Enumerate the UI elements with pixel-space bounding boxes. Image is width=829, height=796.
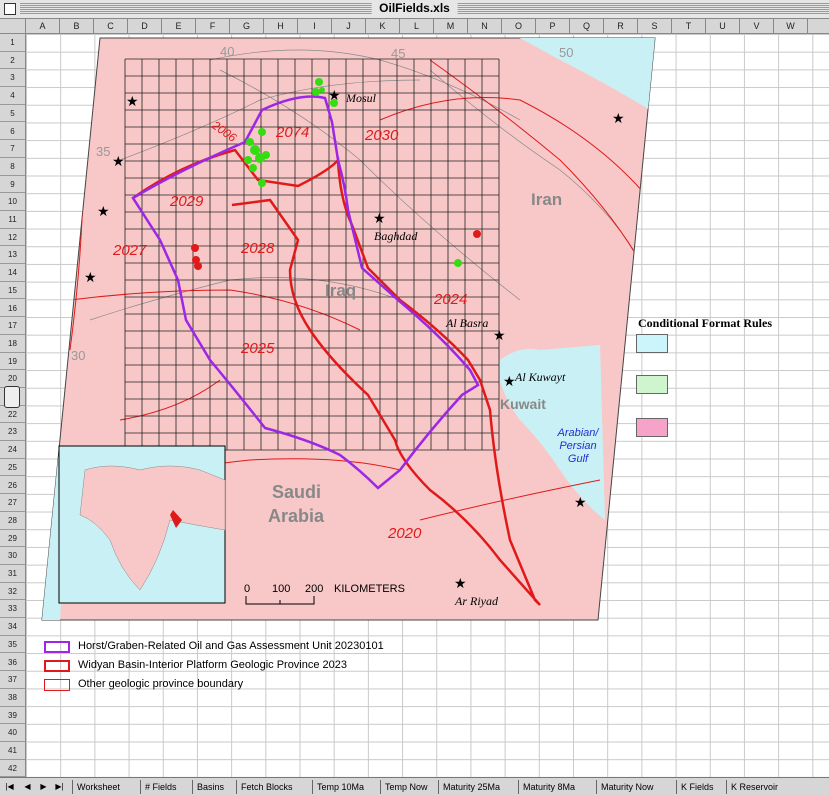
svg-text:★: ★: [373, 210, 386, 226]
prev-sheet-button[interactable]: ◀: [22, 781, 33, 792]
legend-label-other: Other geologic province boundary: [78, 678, 244, 690]
conditional-format-title: Conditional Format Rules: [638, 316, 773, 330]
legend-swatch-other: [44, 679, 70, 691]
sheet-tab-maturity-8ma[interactable]: Maturity 8Ma: [518, 780, 579, 794]
svg-text:★: ★: [612, 110, 625, 126]
legend-label-assessment: Horst/Graben-Related Oil and Gas Assessm…: [78, 640, 384, 652]
legend-label-province: Widyan Basin-Interior Platform Geologic …: [78, 659, 348, 671]
svg-text:2027: 2027: [112, 242, 147, 259]
svg-text:★: ★: [84, 269, 97, 285]
format-swatch-pink[interactable]: [636, 418, 668, 437]
sheet-tab-k-fields[interactable]: K Fields: [676, 780, 718, 794]
city-baghdad: Baghdad: [374, 229, 418, 243]
svg-text:KILOMETERS: KILOMETERS: [334, 583, 405, 595]
svg-text:2030: 2030: [364, 127, 399, 144]
city-ar-riyad: Ar Riyad: [454, 594, 499, 608]
svg-text:0: 0: [244, 583, 250, 595]
sheet-tab-maturity-25ma[interactable]: Maturity 25Ma: [438, 780, 504, 794]
sheet-tab-temp-now[interactable]: Temp Now: [380, 780, 432, 794]
sheet-tab-bar: |◀ ◀ ▶ ▶| Worksheet # Fields Basins Fetch B…: [0, 777, 829, 796]
city-mosul: Mosul: [345, 91, 377, 105]
svg-text:45: 45: [391, 46, 405, 61]
svg-text:★: ★: [493, 327, 506, 343]
svg-text:2029: 2029: [169, 193, 204, 210]
sheet-tab-fetch-blocks[interactable]: Fetch Blocks: [236, 780, 297, 794]
country-kuwait: Kuwait: [500, 396, 546, 412]
next-sheet-button[interactable]: ▶: [38, 781, 49, 792]
svg-text:30: 30: [71, 348, 85, 363]
svg-text:Arabian/: Arabian/: [557, 427, 600, 439]
svg-text:2028: 2028: [240, 240, 275, 257]
inset-world-map: [58, 445, 226, 604]
svg-text:2020: 2020: [387, 525, 422, 542]
country-saudi: Saudi: [272, 482, 321, 502]
city-al-basra: Al Basra: [445, 316, 488, 330]
svg-text:★: ★: [112, 153, 125, 169]
sheet-tab-maturity-now[interactable]: Maturity Now: [596, 780, 658, 794]
sheet-tab-k-reservoir[interactable]: K Reservoir: [726, 780, 782, 794]
svg-text:200: 200: [305, 583, 323, 595]
svg-text:★: ★: [97, 203, 110, 219]
sheet-tab-worksheet[interactable]: Worksheet: [72, 780, 124, 794]
svg-text:★: ★: [503, 373, 516, 389]
svg-text:Persian: Persian: [559, 440, 596, 452]
svg-text:40: 40: [220, 44, 234, 59]
last-sheet-button[interactable]: ▶|: [54, 781, 65, 792]
sheet-tab-temp-10ma[interactable]: Temp 10Ma: [312, 780, 368, 794]
sheet-tab--fields[interactable]: # Fields: [140, 780, 181, 794]
legend-swatch-assessment: [44, 641, 70, 653]
sheet-tab-basins[interactable]: Basins: [192, 780, 228, 794]
svg-text:100: 100: [272, 583, 290, 595]
country-arabia: Arabia: [268, 506, 325, 526]
country-iran: Iran: [531, 190, 562, 209]
svg-text:★: ★: [328, 87, 341, 103]
svg-text:★: ★: [574, 494, 587, 510]
country-iraq: Iraq: [325, 281, 356, 300]
svg-text:Gulf: Gulf: [568, 453, 589, 465]
format-swatch-cyan[interactable]: [636, 334, 668, 353]
svg-text:2074: 2074: [275, 124, 309, 141]
svg-text:35: 35: [96, 144, 110, 159]
svg-text:★: ★: [454, 575, 467, 591]
svg-text:2025: 2025: [240, 340, 275, 357]
svg-text:50: 50: [559, 45, 573, 60]
format-swatch-green[interactable]: [636, 375, 668, 394]
first-sheet-button[interactable]: |◀: [4, 781, 15, 792]
svg-text:★: ★: [126, 93, 139, 109]
oil-fields-map: ★ ★ ★ ★ ★ ★ ★ ★ ★ ★ ★ Mosul Baghdad Al Basra Al …: [41, 37, 656, 621]
legend-swatch-province: [44, 660, 70, 672]
city-al-kuwayt: Al Kuwayt: [514, 370, 566, 384]
svg-text:2024: 2024: [433, 291, 467, 308]
